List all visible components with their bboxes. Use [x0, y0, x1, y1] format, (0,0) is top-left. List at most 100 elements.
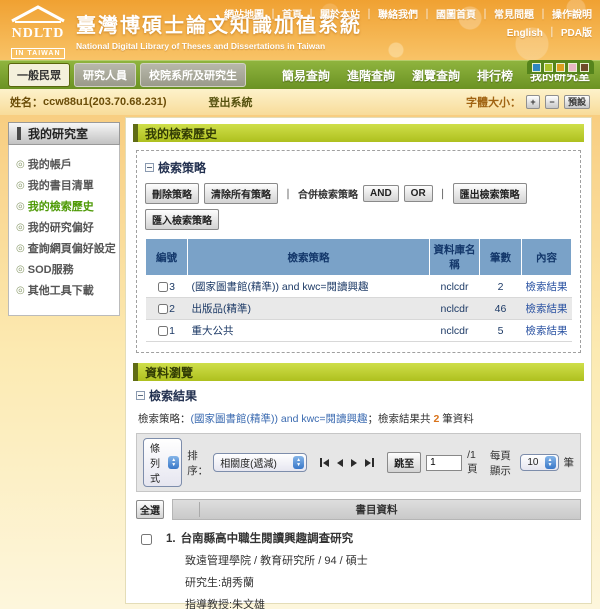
result-info-pre: ；檢索結果共 [368, 413, 434, 425]
merge-op-button-or[interactable]: OR [404, 185, 433, 202]
view-results-link[interactable]: 檢索結果 [526, 325, 568, 337]
font-default-button[interactable]: 預設 [564, 95, 590, 109]
view-mode-select[interactable]: 條列式 ▲▼ [143, 438, 182, 487]
merge-op-button-and[interactable]: AND [363, 185, 399, 202]
jump-button[interactable]: 跳至 [387, 452, 421, 473]
strategy-db-name: nclcdr [430, 276, 480, 298]
audience-tab-2[interactable]: 研究人員 [74, 63, 136, 87]
theme-swatch-1[interactable] [532, 63, 541, 72]
strategy-button-1[interactable]: 刪除策略 [145, 183, 199, 204]
strategy-result-cell: 檢索結果 [522, 298, 572, 320]
view-results-link[interactable]: 檢索結果 [526, 303, 568, 315]
header-link-2[interactable]: 首頁 [282, 10, 302, 21]
sidebar-header-accent [17, 127, 21, 140]
font-size-label: 字體大小： [466, 94, 521, 110]
strategy-number: 1 [169, 325, 175, 337]
sidebar-item-1[interactable]: ◎我的帳戶 [16, 158, 116, 174]
strategy-row-checkbox[interactable] [158, 282, 168, 292]
sidebar-header: 我的研究室 [8, 122, 120, 145]
first-page-icon[interactable] [320, 458, 329, 467]
last-page-icon[interactable] [365, 458, 374, 467]
view-results-link[interactable]: 檢索結果 [526, 281, 568, 293]
sidebar-menu: ◎我的帳戶◎我的書目清單◎我的檢索歷史◎我的研究偏好◎查詢網頁偏好設定◎SOD服… [8, 145, 120, 316]
result-strategy-line: 檢索策略：(國家圖書館(精準)) and kwc=閱讀興趣；檢索結果共 2 筆資… [138, 411, 581, 426]
font-decrease-button[interactable]: − [545, 95, 559, 109]
next-page-icon[interactable] [351, 459, 357, 467]
sidebar-item-6[interactable]: ◎SOD服務 [16, 263, 116, 279]
history-section-header: 我的檢索歷史 [133, 124, 584, 142]
nav-link-4[interactable]: 排行榜 [477, 67, 513, 84]
bullet-icon: ◎ [16, 242, 25, 257]
header-link-7[interactable]: 操作說明 [552, 10, 592, 21]
section-accent-bar [133, 124, 138, 142]
merge-strategies-label: 合併檢索策略 [298, 186, 358, 201]
user-bar: 姓名： ccw88u1(203.70.68.231) 登出系統 字體大小： + … [0, 89, 600, 115]
strategy-db-name: nclcdr [430, 320, 480, 342]
logo-region: IN TAIWAN [11, 48, 64, 59]
collapse-icon[interactable] [145, 163, 154, 172]
font-increase-button[interactable]: + [526, 95, 540, 109]
bullet-icon: ◎ [16, 158, 25, 173]
audience-tab-1[interactable]: 一般民眾 [8, 63, 70, 87]
per-page-select[interactable]: 10 ▲▼ [520, 454, 558, 471]
nav-link-3[interactable]: 瀏覽查詢 [412, 67, 460, 84]
strategy-io-button-1[interactable]: 匯出檢索策略 [453, 183, 527, 204]
header-link-5[interactable]: 國圖首頁 [436, 10, 476, 21]
jump-page-input[interactable] [426, 455, 462, 471]
main-nav-bar: 一般民眾研究人員校院系所及研究生 簡易查詢進階查詢瀏覽查詢排行榜我的研究室 [0, 60, 600, 89]
nav-link-1[interactable]: 簡易查詢 [282, 67, 330, 84]
sidebar-item-4[interactable]: ◎我的研究偏好 [16, 221, 116, 237]
strategy-result-cell: 檢索結果 [522, 320, 572, 342]
audience-tab-3[interactable]: 校院系所及研究生 [140, 63, 246, 87]
strategy-row-number: 1 [146, 320, 188, 342]
sort-select[interactable]: 相關度(遞減) ▲▼ [213, 453, 307, 472]
prev-page-icon[interactable] [337, 459, 343, 467]
main-panel: 我的檢索歷史 檢索策略 刪除策略清除所有策略｜合併檢索策略ANDOR｜匯出檢索策… [125, 117, 592, 604]
sidebar-item-3[interactable]: ◎我的檢索歷史 [16, 200, 116, 216]
strategy-row-checkbox[interactable] [158, 304, 168, 314]
theme-swatch-5[interactable] [580, 63, 589, 72]
theme-swatch-3[interactable] [556, 63, 565, 72]
nav-link-2[interactable]: 進階查詢 [347, 67, 395, 84]
results-box-title-text: 檢索結果 [149, 387, 197, 404]
audience-tabs: 一般民眾研究人員校院系所及研究生 [8, 63, 246, 87]
result-checkbox-cell [136, 530, 166, 609]
strategy-hit-count: 2 [480, 276, 522, 298]
sidebar-item-7[interactable]: ◎其他工具下載 [16, 284, 116, 300]
result-checkbox[interactable] [141, 534, 152, 545]
strategy-number: 2 [169, 303, 175, 315]
result-student: 研究生:胡秀蘭 [185, 574, 581, 590]
theme-swatch-2[interactable] [544, 63, 553, 72]
select-stepper-icon: ▲▼ [168, 456, 179, 469]
page-total: /1頁 [467, 449, 479, 476]
strategy-io-button-2[interactable]: 匯入檢索策略 [145, 209, 219, 230]
strategy-table: 編號檢索策略資料庫名稱筆數內容 3(國家圖書館(精準)) and kwc=閱讀興… [145, 238, 572, 342]
lang-link-2[interactable]: PDA版 [561, 28, 592, 39]
sidebar-item-2[interactable]: ◎我的書目清單 [16, 179, 116, 195]
header-link-3[interactable]: 關於本站 [320, 10, 360, 21]
strategy-button-2[interactable]: 清除所有策略 [204, 183, 278, 204]
header-link-1[interactable]: 網站地圖 [224, 10, 264, 21]
view-mode-value: 條列式 [150, 440, 162, 485]
strategy-row-checkbox[interactable] [158, 326, 168, 336]
language-links: English｜PDA版 [507, 24, 592, 39]
per-page-label: 每頁顯示 [490, 448, 516, 478]
sidebar-item-label: 我的帳戶 [28, 158, 72, 174]
sidebar: 我的研究室 ◎我的帳戶◎我的書目清單◎我的檢索歷史◎我的研究偏好◎查詢網頁偏好設… [8, 122, 120, 316]
bullet-icon: ◎ [16, 284, 25, 299]
header-link-4[interactable]: 聯絡我們 [378, 10, 418, 21]
results-controls-bar: 條列式 ▲▼ 排序： 相關度(遞減) ▲▼ 跳至 [136, 433, 581, 492]
sidebar-item-label: 我的研究偏好 [28, 221, 94, 237]
sort-value: 相關度(遞減) [220, 455, 277, 470]
lang-link-1[interactable]: English [507, 28, 543, 39]
sidebar-item-5[interactable]: ◎查詢網頁偏好設定 [16, 242, 116, 258]
theme-swatch-4[interactable] [568, 63, 577, 72]
collapse-icon[interactable] [136, 391, 145, 400]
sidebar-item-label: SOD服務 [28, 263, 74, 279]
sidebar-item-label: 我的書目清單 [28, 179, 94, 195]
username: ccw88u1(203.70.68.231) [43, 96, 167, 108]
header-link-6[interactable]: 常見問題 [494, 10, 534, 21]
logout-link[interactable]: 登出系統 [209, 94, 253, 110]
select-all-button[interactable]: 全選 [136, 500, 164, 519]
result-title-link[interactable]: 台南縣高中職生閱讀興趣調查研究 [181, 533, 354, 545]
